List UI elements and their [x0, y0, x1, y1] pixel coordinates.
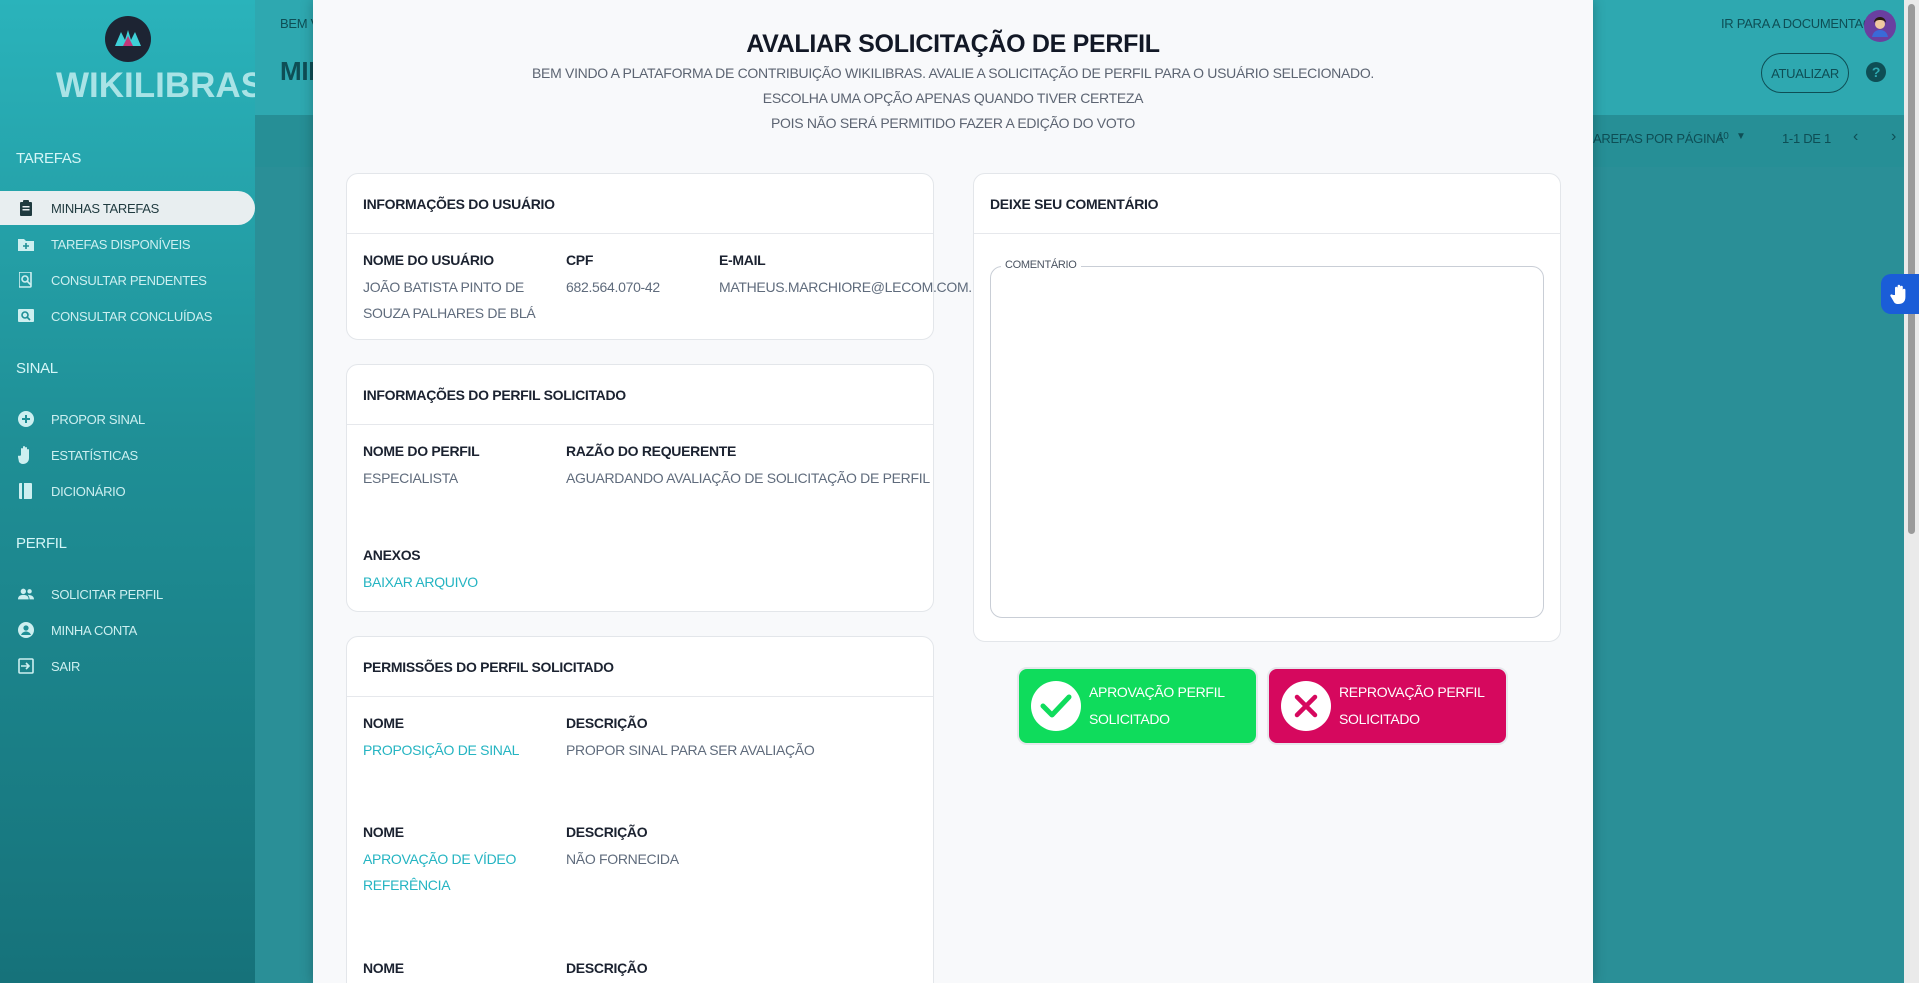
permission-desc-label: Descrição — [566, 960, 648, 976]
refresh-button[interactable]: Atualizar — [1761, 53, 1849, 93]
sidebar-item-label: Minhas Tarefas — [51, 200, 160, 216]
clipboard-icon — [18, 200, 34, 216]
permission-desc-label: Descrição — [566, 824, 648, 840]
sidebar-item-propor-sinal[interactable]: Propor Sinal — [0, 402, 255, 436]
refresh-label: Atualizar — [1771, 65, 1839, 81]
sidebar-item-sair[interactable]: Sair — [0, 649, 255, 683]
reject-profile-button[interactable]: Reprovação Perfil Solicitado — [1267, 667, 1508, 745]
pagination-text: 1-1 de 1 — [1782, 131, 1831, 146]
sidebar-item-minha-conta[interactable]: Minha Conta — [0, 613, 255, 647]
sidebar: WIKILIBRAS Tarefas Minhas Tarefas Tarefa… — [0, 0, 264, 983]
sidebar-item-label: Consultar Pendentes — [51, 272, 207, 288]
sidebar-item-minhas-tarefas[interactable]: Minhas Tarefas — [0, 191, 255, 225]
section-title-sinal: Sinal — [16, 360, 58, 377]
reject-button-label-line-2: Solicitado — [1339, 711, 1420, 727]
email-label: E-mail — [719, 252, 766, 268]
approve-button-label: Aprovação Perfil Solicitado — [1089, 684, 1225, 727]
comment-card: Deixe seu Comentário Comentário — [973, 173, 1561, 642]
sidebar-item-tarefas-disponiveis[interactable]: Tarefas Disponíveis — [0, 227, 255, 261]
email-value: matheus.marchiore@lecom.com.br — [719, 279, 991, 295]
download-file-link[interactable]: Baixar Arquivo — [363, 569, 478, 595]
search-doc-icon — [18, 272, 34, 288]
chevron-down-icon: ▼ — [1736, 131, 1746, 142]
user-name-label: Nome do Usuário — [363, 252, 494, 268]
permission-name-label: Nome — [363, 715, 404, 731]
close-icon — [1281, 681, 1331, 731]
permissions-card: Permissões do Perfil Solicitado Nome Pro… — [346, 636, 934, 983]
section-title-perfil: Perfil — [16, 535, 67, 552]
modal-subtitle: Bem vindo a plataforma de contribuição W… — [503, 61, 1403, 136]
cpf-value: 682.564.070-42 — [566, 279, 660, 295]
modal-subtitle-line-1: Bem vindo a plataforma de contribuição W… — [532, 65, 1374, 106]
book-icon — [18, 483, 34, 499]
hand-icon — [18, 446, 34, 464]
comment-field-label: Comentário — [1001, 259, 1081, 271]
permission-name-label: Nome — [363, 824, 404, 840]
evaluation-modal: Avaliar Solicitação de Perfil Bem vindo … — [313, 0, 1593, 983]
permission-name-label: Nome — [363, 960, 404, 976]
permission-name-line-2: Referência — [363, 877, 451, 893]
sidebar-item-label: Estatísticas — [51, 447, 138, 463]
account-icon — [18, 622, 34, 638]
profile-info-card: Informações do Perfil Solicitado Nome do… — [346, 364, 934, 612]
comment-textarea[interactable]: Comentário — [990, 259, 1544, 618]
accessibility-hand-icon[interactable] — [1881, 274, 1919, 314]
sidebar-item-label: Sair — [51, 658, 81, 674]
reject-button-label: Reprovação Perfil Solicitado — [1339, 679, 1485, 733]
prev-page-icon[interactable]: ‹ — [1853, 128, 1858, 146]
user-name-value-line-1: João Batista Pinto de — [363, 279, 524, 295]
permission-name: Proposição de Sinal — [363, 742, 520, 758]
per-page-select[interactable]: 10 — [1718, 131, 1729, 142]
logo-icon — [105, 16, 151, 62]
search-image-icon — [18, 308, 34, 324]
people-icon — [18, 586, 34, 602]
scrollbar-thumb[interactable] — [1908, 4, 1915, 534]
help-icon[interactable]: ? — [1866, 62, 1886, 82]
sidebar-item-label: Dicionário — [51, 483, 126, 499]
profile-info-header: Informações do Perfil Solicitado — [347, 365, 933, 425]
sidebar-item-label: Consultar Concluídas — [51, 308, 213, 324]
sidebar-item-consultar-pendentes[interactable]: Consultar Pendentes — [0, 263, 255, 297]
sidebar-item-label: Minha Conta — [51, 622, 138, 638]
sidebar-item-label: Propor Sinal — [51, 411, 145, 427]
user-name-value-line-2: Souza Palhares de Blá — [363, 305, 536, 321]
per-page-label: arefas por página — [1593, 131, 1724, 146]
modal-title: Avaliar Solicitação de Perfil — [746, 30, 1160, 58]
sidebar-item-dicionario[interactable]: Dicionário — [0, 474, 255, 508]
permission-desc: Não fornecida — [566, 851, 679, 867]
cpf-label: CPF — [566, 252, 594, 268]
avatar[interactable] — [1864, 10, 1896, 42]
profile-name-label: Nome do Perfil — [363, 443, 480, 459]
permission-name: Aprovação de Vídeo — [363, 851, 517, 867]
permission-desc: Propor sinal para ser avaliação — [566, 742, 815, 758]
plus-circle-icon — [18, 411, 34, 427]
sidebar-item-solicitar-perfil[interactable]: Solicitar Perfil — [0, 577, 255, 611]
user-info-card: Informações do Usuário Nome do Usuário J… — [346, 173, 991, 340]
approve-profile-button[interactable]: Aprovação Perfil Solicitado — [1017, 667, 1258, 745]
comment-header: Deixe seu Comentário — [974, 174, 1560, 234]
reject-button-label-line-1: Reprovação Perfil — [1339, 684, 1485, 700]
reason-label: Razão do Requerente — [566, 443, 737, 459]
permission-desc-label: Descrição — [566, 715, 648, 731]
profile-name-value: Especialista — [363, 470, 458, 486]
next-page-icon[interactable]: › — [1891, 128, 1896, 146]
check-icon — [1031, 681, 1081, 731]
sidebar-item-label: Solicitar Perfil — [51, 586, 163, 602]
logo-text: WIKILIBRAS — [56, 66, 265, 105]
sidebar-item-label: Tarefas Disponíveis — [51, 236, 191, 252]
modal-subtitle-line-2: pois não será permitido fazer a edição d… — [770, 115, 1136, 131]
attachments-label: Anexos — [363, 547, 421, 563]
folder-plus-icon — [18, 236, 34, 252]
logout-icon — [18, 658, 34, 674]
sidebar-item-consultar-concluidas[interactable]: Consultar Concluídas — [0, 299, 255, 333]
section-title-tarefas: Tarefas — [16, 150, 82, 167]
scrollbar[interactable] — [1904, 0, 1919, 983]
user-info-header: Informações do Usuário — [347, 174, 933, 234]
permissions-header: Permissões do Perfil Solicitado — [347, 637, 933, 697]
reason-value: Aguardando avaliação de solicitação de p… — [566, 470, 930, 486]
sidebar-item-estatisticas[interactable]: Estatísticas — [0, 438, 255, 472]
